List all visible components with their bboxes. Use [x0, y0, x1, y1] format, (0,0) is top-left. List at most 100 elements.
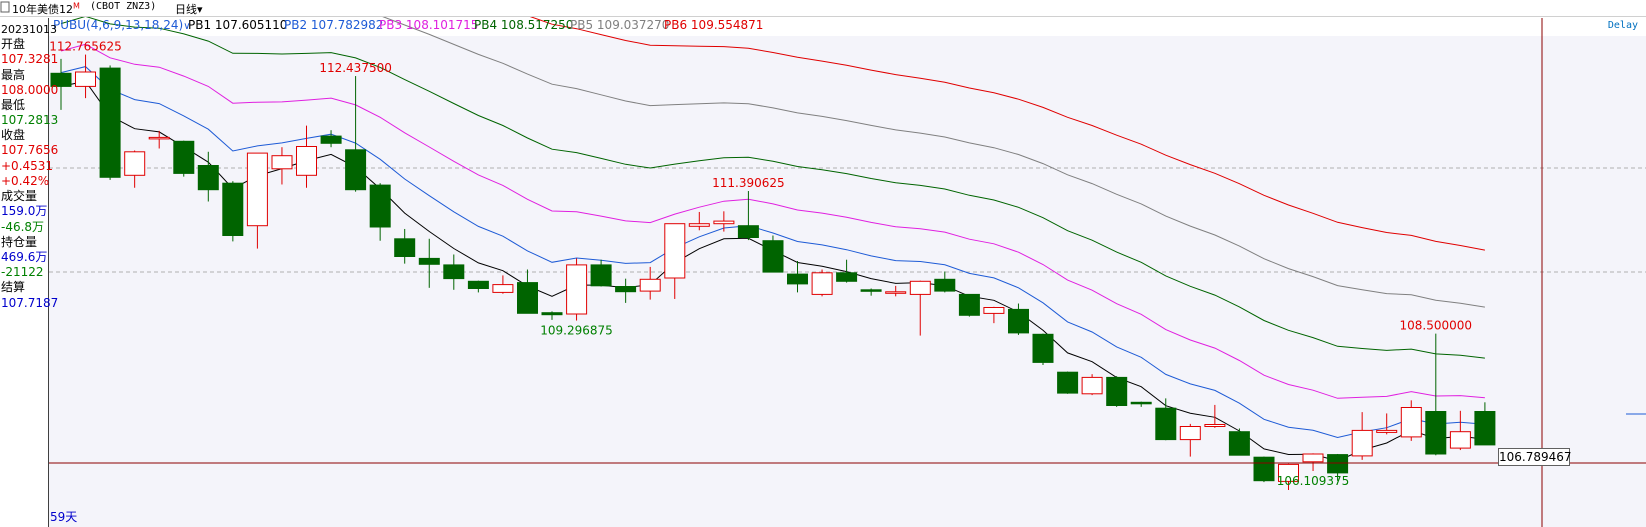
candle[interactable] — [1253, 456, 1275, 483]
candle[interactable] — [566, 258, 588, 321]
toolbar-icon — [0, 1, 10, 16]
open-interest-value: 469.6万 — [1, 250, 48, 264]
close-value: 107.7656 — [1, 143, 59, 157]
candle[interactable] — [99, 65, 121, 180]
candle-body-up — [1302, 453, 1324, 463]
legend-pb6: PB6 109.554871 — [664, 18, 764, 32]
chevron-down-icon: ▾ — [197, 3, 203, 16]
price-annotation-high: 112.437500 — [319, 61, 392, 75]
volume-change: -46.8万 — [1, 220, 45, 234]
candle-body-down — [517, 282, 538, 314]
candle-body-down — [1057, 371, 1079, 394]
candle[interactable] — [958, 293, 980, 317]
instrument-title[interactable]: 10年美债12M — [12, 1, 80, 17]
candle-body-up — [1179, 426, 1201, 441]
candle[interactable] — [1228, 428, 1250, 456]
indicator-name[interactable]: PUBU(4,6,9,13,18,24)∨ — [53, 18, 191, 32]
day-count: 59天 — [50, 510, 78, 524]
toolbar: 10年美债12M (CBOT ZNZ3) 日线▾ — [0, 0, 1646, 17]
candle-body-down — [762, 240, 784, 273]
candle-body-down — [1008, 308, 1029, 334]
candle[interactable] — [811, 269, 833, 297]
candle-body-down — [418, 257, 440, 265]
instrument-code: (CBOT ZNZ3) — [90, 1, 157, 12]
price-annotation-low: 106.109375 — [1277, 474, 1350, 488]
candle-body-down — [443, 264, 465, 280]
delay-indicator: Delay — [1607, 20, 1638, 31]
candle[interactable] — [1057, 371, 1079, 394]
legend-pb1: PB1 107.605110 — [188, 18, 288, 32]
low-label: 最低 — [1, 98, 26, 112]
candle-body-down — [345, 149, 367, 191]
volume-value: 159.0万 — [1, 204, 48, 218]
chart-canvas[interactable]: 112.765625 112.437500 109.296875 111.390625… — [0, 0, 1646, 527]
legend-pb4: PB4 108.517250 — [474, 18, 574, 32]
change-value: +0.4531 — [1, 159, 54, 173]
candle-body-up — [639, 278, 661, 292]
candle-body-down — [222, 182, 244, 236]
low-value: 107.2813 — [1, 113, 59, 127]
candle[interactable] — [762, 235, 784, 273]
candle[interactable] — [1081, 374, 1103, 396]
candle-body-down — [1032, 333, 1054, 363]
candle-body-down — [590, 264, 612, 287]
candle[interactable] — [222, 181, 244, 242]
candle-body-down — [836, 272, 858, 282]
candle-body-down — [1106, 376, 1128, 406]
candle-body-down — [541, 312, 563, 316]
settle-label: 结算 — [1, 280, 26, 294]
candle-body-up — [664, 223, 686, 279]
candle-body-up — [566, 264, 588, 315]
close-label: 收盘 — [1, 128, 26, 142]
candle-body-down — [1474, 411, 1496, 446]
candle-body-down — [394, 238, 416, 258]
candle[interactable] — [1032, 333, 1054, 366]
open-value: 107.3281 — [1, 52, 59, 66]
candle-body-up — [124, 151, 146, 176]
period-selector[interactable]: 日线▾ — [175, 1, 203, 17]
change-percent: +0.42% — [1, 174, 50, 188]
candle-body-down — [320, 135, 342, 144]
candle[interactable] — [1106, 376, 1128, 407]
candle-body-up — [983, 307, 1005, 314]
current-price-label: 106.789467 — [1498, 448, 1572, 466]
candle-body-up — [1376, 429, 1398, 433]
candle-body-down — [1228, 431, 1250, 456]
candle-body-down — [369, 184, 391, 228]
candle-body-up — [271, 155, 293, 170]
high-value: 108.0000 — [1, 83, 59, 97]
instrument-name: 10年美债12 — [12, 3, 73, 16]
high-label: 最高 — [1, 68, 26, 82]
candle-body-up — [1081, 376, 1103, 395]
indicator-legend: PUBU(4,6,9,13,18,24)∨ PB1 107.605110 PB2… — [0, 16, 1646, 36]
candle-body-up — [713, 220, 735, 225]
candle-body-up — [75, 71, 96, 87]
candle-body-up — [1351, 429, 1373, 457]
candle-body-up — [246, 152, 268, 227]
candle-body-down — [1253, 456, 1275, 482]
candle-body-up — [296, 146, 317, 176]
candle-body-up — [1204, 424, 1226, 427]
candle-body-down — [787, 273, 808, 285]
candle-body-down — [173, 140, 195, 174]
candle-body-down — [1425, 411, 1447, 455]
price-annotation-high: 111.390625 — [712, 176, 785, 190]
legend-pb3: PB3 108.101715 — [379, 18, 479, 32]
candle-body-down — [860, 289, 882, 292]
price-annotation-high: 108.500000 — [1400, 319, 1473, 333]
open-interest-label: 持仓量 — [1, 235, 38, 249]
candle[interactable] — [173, 140, 195, 177]
quote-info-panel: 20231013 开盘 107.3281 最高 108.0000 最低 107.… — [0, 18, 58, 527]
candle-body-down — [934, 278, 956, 292]
candle-body-up — [148, 136, 170, 140]
instrument-month-flag: M — [73, 1, 80, 11]
period-label: 日线 — [175, 3, 197, 16]
settle-value: 107.7187 — [1, 296, 59, 310]
price-annotation-low: 109.296875 — [540, 324, 613, 338]
candle-body-down — [1155, 407, 1177, 441]
open-label: 开盘 — [1, 37, 26, 51]
quote-date: 20231013 — [1, 23, 57, 36]
candle-body-up — [811, 272, 833, 295]
volume-label: 成交量 — [1, 189, 38, 203]
open-interest-change: -21122 — [1, 265, 44, 279]
